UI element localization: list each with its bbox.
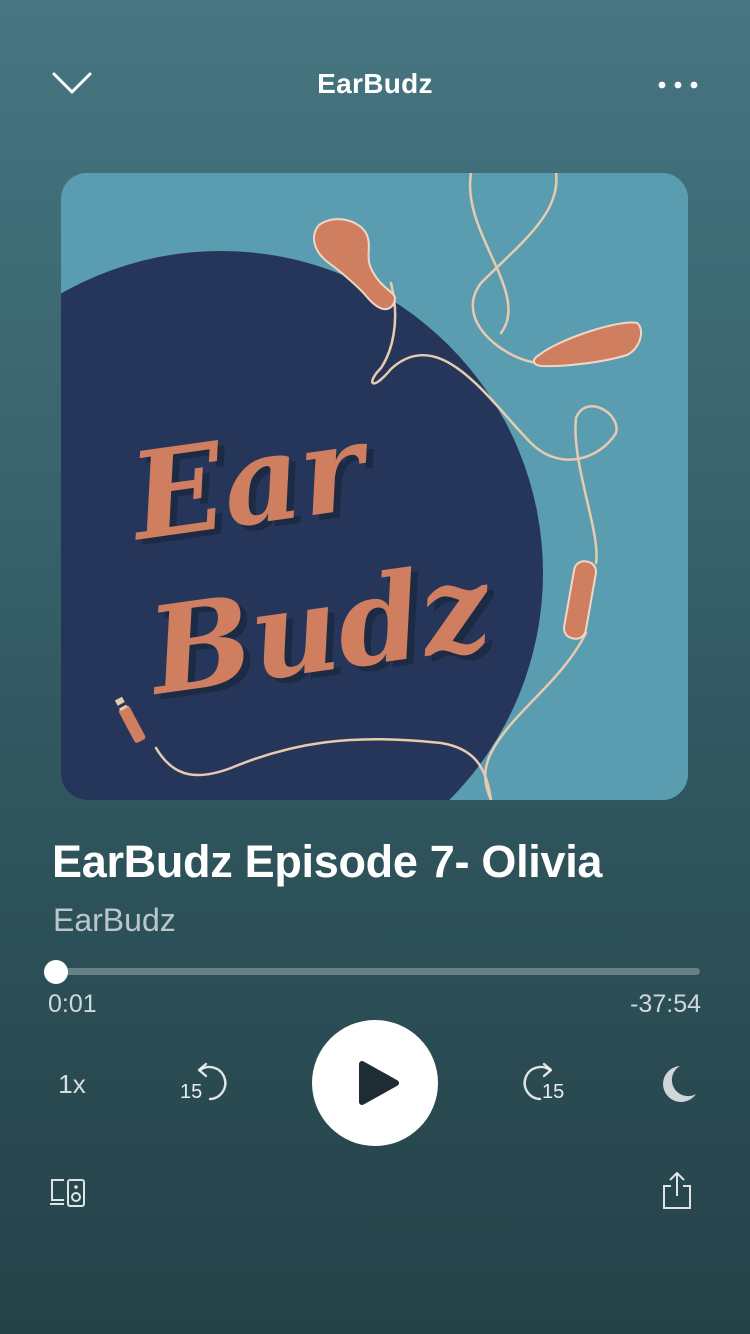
- more-horizontal-icon: [658, 81, 698, 89]
- skip-back-label: 15: [180, 1081, 202, 1103]
- podcast-artwork: Ear Ear Budz Budz: [61, 173, 688, 800]
- sleep-timer-button[interactable]: [652, 1062, 700, 1106]
- progress-thumb[interactable]: [44, 960, 69, 984]
- forward-15-icon: 15: [523, 1062, 564, 1103]
- play-icon: [359, 1061, 399, 1105]
- playback-speed-button[interactable]: 1x: [54, 1066, 90, 1102]
- episode-title: EarBudz Episode 7- Olivia: [52, 836, 603, 887]
- skip-forward-label: 15: [542, 1081, 564, 1103]
- skip-back-button[interactable]: 15: [176, 1060, 232, 1108]
- show-name-link[interactable]: EarBudz: [53, 902, 176, 939]
- more-options-button[interactable]: [652, 70, 704, 100]
- connect-devices-button[interactable]: [48, 1176, 88, 1212]
- header-title: EarBudz: [317, 68, 433, 99]
- share-button[interactable]: [660, 1170, 694, 1212]
- time-remaining: -37:54: [630, 990, 701, 1018]
- share-icon: [663, 1172, 691, 1209]
- time-elapsed: 0:01: [48, 990, 97, 1018]
- devices-icon: [50, 1179, 85, 1207]
- progress-bar[interactable]: [56, 968, 700, 975]
- play-button[interactable]: [312, 1020, 438, 1146]
- rewind-15-icon: 15: [180, 1062, 227, 1103]
- skip-forward-button[interactable]: 15: [518, 1060, 574, 1108]
- moon-icon: [663, 1066, 696, 1102]
